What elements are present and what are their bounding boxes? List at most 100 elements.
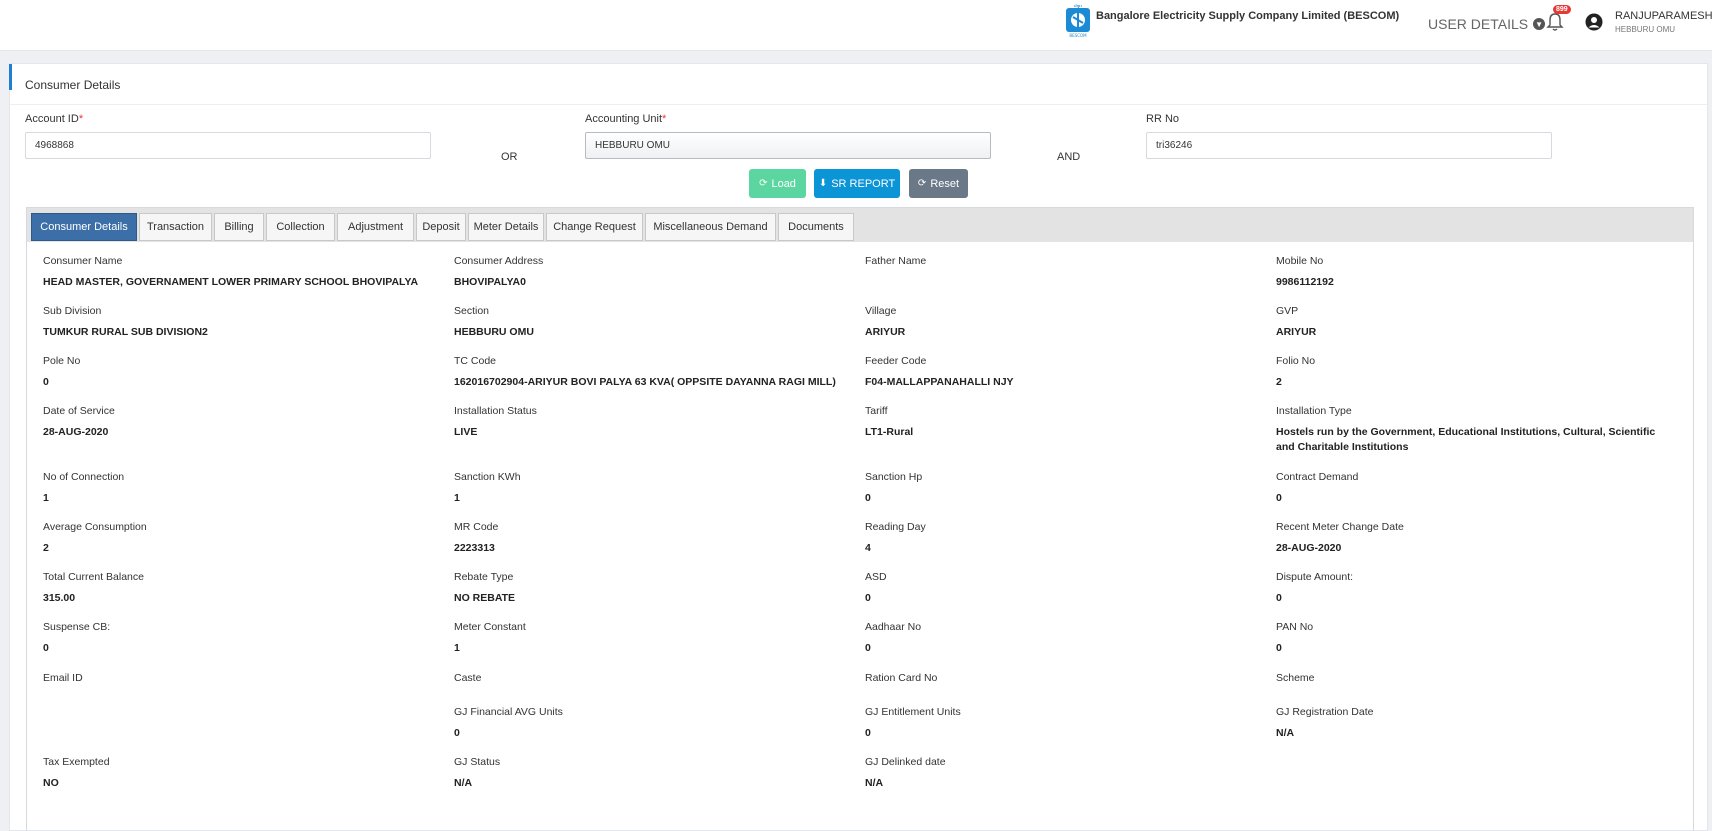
tab-miscellaneous-demand[interactable]: Miscellaneous Demand: [645, 213, 776, 241]
detail-label: Caste: [454, 672, 482, 684]
rr-no-label: RR No: [1146, 113, 1180, 125]
company-name: Bangalore Electricity Supply Company Lim…: [1096, 10, 1400, 22]
and-label: AND: [1057, 151, 1081, 163]
detail-label: Ration Card No: [865, 672, 938, 684]
panel-title: Consumer Details: [25, 78, 121, 92]
brand: ಬೆಸ್ಕಾಂ BESCOM Bangalore Electricity Sup…: [1065, 2, 1399, 38]
panel-accent: [9, 64, 12, 90]
detail-label: Section: [454, 305, 490, 317]
detail-label: Installation Type: [1276, 405, 1352, 417]
detail-value: 0: [865, 727, 871, 739]
tab-deposit[interactable]: Deposit: [416, 213, 466, 241]
detail-label: Folio No: [1276, 355, 1316, 367]
detail-label: PAN No: [1276, 621, 1314, 633]
detail-value: 315.00: [43, 592, 76, 604]
detail-label: Sub Division: [43, 305, 102, 317]
detail-label: Tariff: [865, 405, 888, 417]
account-id-input[interactable]: 4968868: [25, 132, 431, 159]
user-details-menu[interactable]: USER DETAILS ▼: [1428, 16, 1546, 32]
detail-value: 2: [1276, 376, 1282, 388]
detail-value: 0: [865, 492, 871, 504]
detail-label: Tax Exempted: [43, 756, 110, 768]
panel-header: Consumer Details: [9, 64, 1707, 105]
detail-label: Email ID: [43, 672, 83, 684]
detail-label: Aadhaar No: [865, 621, 922, 633]
tab-collection[interactable]: Collection: [266, 213, 335, 241]
detail-value: 0: [1276, 592, 1282, 604]
detail-label: Suspense CB:: [43, 621, 111, 633]
detail-label: Dispute Amount:: [1276, 571, 1354, 583]
tab-frame: Consumer Details Transaction Billing Col…: [26, 207, 1694, 831]
detail-value: 28-AUG-2020: [1276, 542, 1342, 554]
detail-value: N/A: [454, 777, 473, 789]
detail-label: Consumer Name: [43, 255, 123, 267]
sr-report-button[interactable]: ⬇ SR REPORT: [814, 169, 900, 198]
detail-label: GJ Delinked date: [865, 756, 946, 768]
tab-documents[interactable]: Documents: [778, 213, 854, 241]
detail-label: Date of Service: [43, 405, 115, 417]
tab-billing[interactable]: Billing: [214, 213, 264, 241]
detail-value: 0: [865, 592, 871, 604]
detail-value: 28-AUG-2020: [43, 426, 109, 438]
or-label: OR: [501, 151, 518, 163]
detail-value: 2: [43, 542, 49, 554]
detail-label: GJ Status: [454, 756, 501, 768]
detail-label: Recent Meter Change Date: [1276, 521, 1404, 533]
detail-label: Installation Status: [454, 405, 537, 417]
user-office: HEBBURU OMU: [1615, 25, 1676, 34]
rr-no-input[interactable]: tri36246: [1146, 132, 1552, 159]
bell-icon[interactable]: [1546, 12, 1564, 32]
detail-value: 0: [865, 642, 871, 654]
detail-value: N/A: [865, 777, 884, 789]
detail-label: Sanction Hp: [865, 471, 923, 483]
reset-button[interactable]: ⟳ Reset: [909, 169, 968, 198]
detail-label: Pole No: [43, 355, 81, 367]
account-id-label: Account ID*: [25, 113, 84, 125]
top-header: ಬೆಸ್ಕಾಂ BESCOM Bangalore Electricity Sup…: [0, 0, 1712, 51]
refresh-icon: ⟳: [917, 178, 927, 189]
detail-value: F04-MALLAPPANAHALLI NJY: [865, 376, 1014, 388]
tab-adjustment[interactable]: Adjustment: [337, 213, 414, 241]
detail-value: LT1-Rural: [865, 426, 914, 438]
detail-value: 0: [43, 376, 49, 388]
detail-value: BHOVIPALYA0: [454, 276, 526, 288]
detail-label: Sanction KWh: [454, 471, 521, 483]
tab-strip: Consumer Details Transaction Billing Col…: [27, 208, 1693, 242]
detail-label: Consumer Address: [454, 255, 544, 267]
svg-text:BESCOM: BESCOM: [1069, 33, 1087, 38]
detail-value: HEAD MASTER, GOVERNAMENT LOWER PRIMARY S…: [43, 276, 419, 288]
user-avatar-icon[interactable]: [1585, 13, 1603, 31]
detail-value: ARIYUR: [1276, 326, 1317, 338]
detail-value: 0: [1276, 492, 1282, 504]
detail-label: Mobile No: [1276, 255, 1324, 267]
consumer-details-panel: Consumer Details Account ID* 4968868 OR …: [9, 63, 1708, 831]
detail-value: 4: [865, 542, 871, 554]
detail-label: GJ Registration Date: [1276, 706, 1374, 718]
detail-label: Rebate Type: [454, 571, 514, 583]
tab-transaction[interactable]: Transaction: [139, 213, 212, 241]
accounting-unit-select[interactable]: HEBBURU OMU: [585, 132, 991, 159]
detail-label: GVP: [1276, 305, 1299, 317]
download-icon: ⬇: [818, 178, 828, 189]
detail-value: 1: [454, 642, 460, 654]
detail-label: TC Code: [454, 355, 497, 367]
detail-label: MR Code: [454, 521, 499, 533]
tab-change-request[interactable]: Change Request: [546, 213, 643, 241]
detail-value: NO: [43, 777, 59, 789]
detail-value: 2223313: [454, 542, 495, 554]
user-details-label: USER DETAILS: [1428, 16, 1529, 32]
detail-value: NO REBATE: [454, 592, 516, 604]
detail-value: 0: [1276, 642, 1282, 654]
detail-value: 0: [43, 642, 49, 654]
user-name: RANJUPARAMESH: [1615, 10, 1712, 22]
detail-value: 1: [43, 492, 49, 504]
tab-meter-details[interactable]: Meter Details: [468, 213, 544, 241]
tab-consumer-details[interactable]: Consumer Details: [31, 213, 137, 241]
detail-value: 1: [454, 492, 460, 504]
detail-value: TUMKUR RURAL SUB DIVISION2: [43, 326, 208, 338]
accounting-unit-label: Accounting Unit*: [585, 113, 667, 125]
detail-label: Feeder Code: [865, 355, 927, 367]
spinner-icon: ⟳: [759, 178, 768, 189]
notification-badge: 899: [1553, 5, 1571, 14]
load-button[interactable]: ⟳ Load: [749, 169, 806, 198]
